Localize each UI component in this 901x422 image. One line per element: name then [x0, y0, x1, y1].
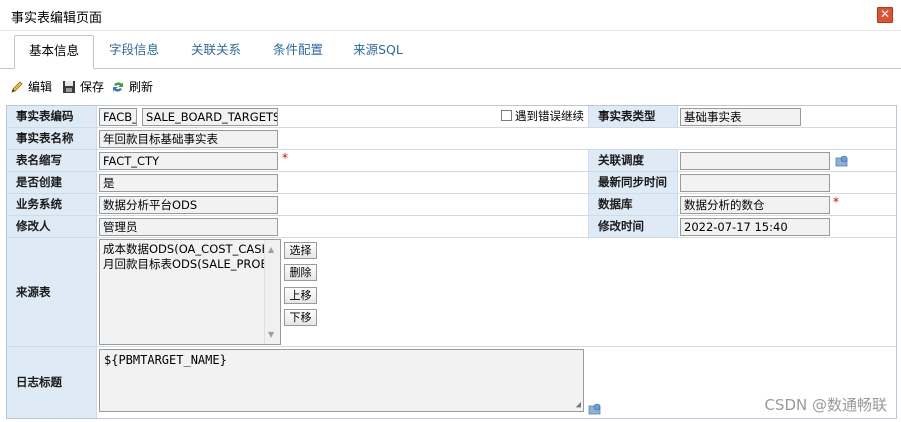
modified-time-label: 修改时间: [588, 216, 678, 238]
row-divider: [7, 171, 896, 172]
abbr-field[interactable]: FACT_CTY: [99, 152, 278, 170]
abbr-label: 表名缩写: [7, 150, 97, 172]
created-field[interactable]: 是: [99, 174, 278, 192]
row-divider: [7, 149, 896, 150]
log-title-value: ${PBMTARGET_NAME}: [104, 353, 227, 367]
scroll-down-icon[interactable]: ▼: [268, 327, 274, 342]
modifier-label: 修改人: [7, 216, 97, 238]
schedule-refresh-icon[interactable]: [835, 155, 849, 167]
row-divider: [7, 237, 896, 238]
tab-source-sql[interactable]: 来源SQL: [342, 35, 414, 67]
tab-conditions[interactable]: 条件配置: [260, 35, 336, 67]
row-divider: [7, 193, 896, 194]
move-up-button[interactable]: 上移: [284, 287, 317, 304]
row-divider: [7, 346, 896, 347]
database-label: 数据库: [588, 194, 678, 216]
code-prefix-field[interactable]: FACB_: [99, 108, 137, 126]
schedule-field[interactable]: [680, 152, 830, 170]
floppy-disk-icon: [63, 81, 75, 93]
pencil-icon: [11, 81, 23, 93]
log-title-textarea[interactable]: ${PBMTARGET_NAME} ◢: [99, 349, 584, 412]
save-label: 保存: [80, 80, 105, 94]
watermark: CSDN @数通畅联: [764, 396, 887, 414]
select-button[interactable]: 选择: [284, 242, 317, 259]
source-list-item[interactable]: 成本数据ODS(OA_COST_CASE: [103, 242, 265, 257]
required-mark: *: [282, 151, 288, 165]
move-down-button[interactable]: 下移: [284, 309, 317, 326]
save-button[interactable]: 保存: [62, 78, 104, 96]
refresh-button[interactable]: 刷新: [111, 78, 153, 96]
type-label: 事实表类型: [588, 106, 678, 128]
tab-basic-info[interactable]: 基本信息: [14, 35, 94, 69]
error-continue-label: 遇到错误继续: [515, 109, 584, 123]
delete-button[interactable]: 删除: [284, 264, 317, 281]
modifier-field[interactable]: 管理员: [99, 218, 278, 236]
name-label: 事实表名称: [7, 128, 97, 150]
close-icon[interactable]: ✕: [877, 7, 893, 23]
database-field[interactable]: 数据分析的数仓: [680, 196, 830, 214]
log-title-label: 日志标题: [7, 347, 97, 418]
edit-button[interactable]: 编辑: [10, 78, 52, 96]
sync-time-field[interactable]: [680, 174, 830, 192]
refresh-icon: [113, 82, 123, 92]
edit-label: 编辑: [28, 80, 53, 94]
code-label: 事实表编码: [7, 106, 97, 128]
code-field[interactable]: SALE_BOARD_TARGETS: [142, 108, 278, 126]
type-field[interactable]: 基础事实表: [680, 108, 801, 126]
tab-relations[interactable]: 关联关系: [178, 35, 254, 67]
refresh-label: 刷新: [129, 80, 154, 94]
window-titlebar: 事实表编辑页面 ✕: [0, 0, 901, 31]
created-label: 是否创建: [7, 172, 97, 194]
tab-bar: 基本信息 字段信息 关联关系 条件配置 来源SQL: [0, 31, 901, 69]
row-divider: [7, 127, 896, 128]
sync-time-label: 最新同步时间: [588, 172, 678, 194]
tab-field-info[interactable]: 字段信息: [98, 35, 170, 67]
source-table-list[interactable]: 成本数据ODS(OA_COST_CASE 月回款目标表ODS(SALE_PROB…: [99, 239, 281, 345]
source-list-item[interactable]: 月回款目标表ODS(SALE_PROB/: [103, 257, 265, 272]
error-continue-checkbox[interactable]: [501, 110, 512, 121]
scroll-up-icon[interactable]: ▲: [268, 242, 274, 257]
required-mark: *: [833, 195, 839, 209]
source-label: 来源表: [7, 238, 97, 347]
source-list-scrollbar[interactable]: ▲ ▼: [264, 240, 280, 344]
log-refresh-icon[interactable]: [588, 403, 602, 415]
schedule-label: 关联调度: [588, 150, 678, 172]
window-title: 事实表编辑页面: [11, 11, 103, 26]
row-divider: [7, 215, 896, 216]
fact-table-form: 事实表编码 FACB_ SALE_BOARD_TARGETS 遇到错误继续 事实…: [6, 105, 897, 419]
modified-time-field[interactable]: 2022-07-17 15:40: [680, 218, 830, 236]
system-field[interactable]: 数据分析平台ODS: [99, 196, 278, 214]
system-label: 业务系统: [7, 194, 97, 216]
name-field[interactable]: 年回款目标基础事实表: [99, 130, 278, 148]
resize-grip-icon[interactable]: ◢: [576, 400, 581, 410]
